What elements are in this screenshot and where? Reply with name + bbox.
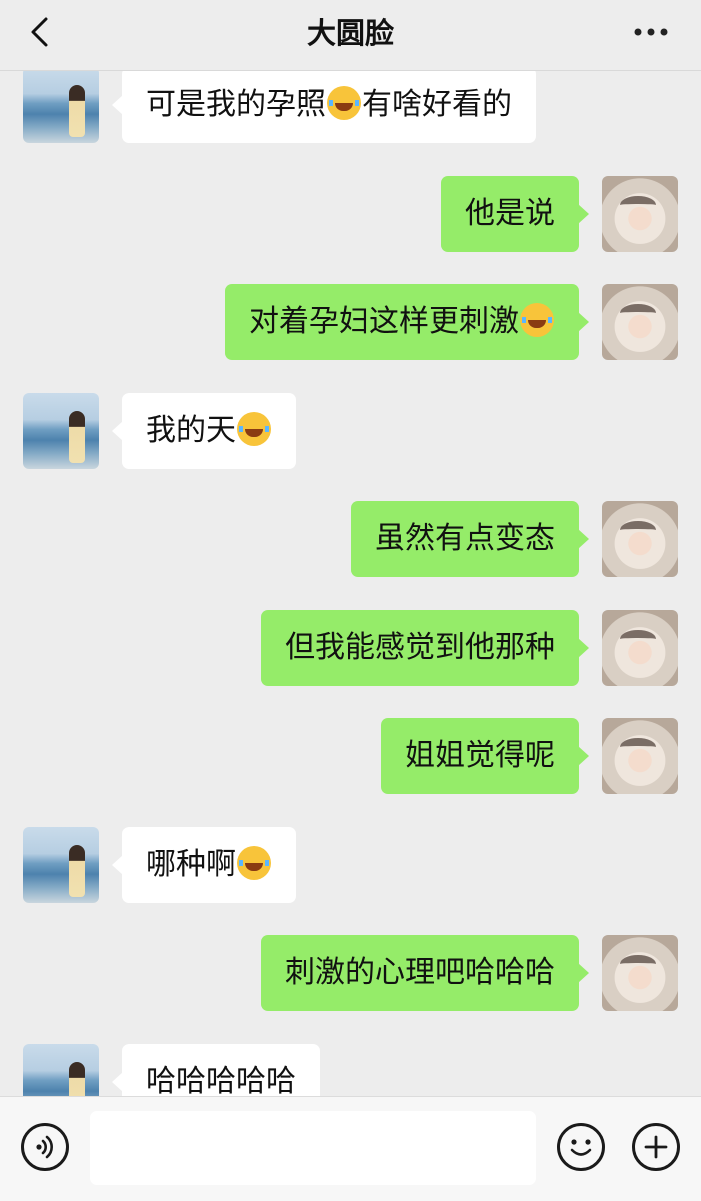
crying-laughing-emoji-icon	[237, 412, 271, 446]
message-text: 可是我的孕照	[146, 87, 326, 122]
avatar-friend[interactable]	[23, 1044, 99, 1096]
avatar-friend[interactable]	[23, 827, 99, 903]
input-bar	[0, 1096, 701, 1201]
message-outgoing: 刺激的心理吧哈哈哈	[0, 935, 701, 1013]
message-text: 刺激的心理吧哈哈哈	[285, 955, 555, 990]
message-text: 他是说	[465, 196, 555, 231]
message-outgoing: 但我能感觉到他那种	[0, 610, 701, 688]
message-text: 哪种啊	[146, 847, 236, 882]
message-input[interactable]	[90, 1111, 536, 1185]
message-outgoing: 虽然有点变态	[0, 501, 701, 579]
message-text: 有啥好看的	[362, 87, 512, 122]
avatar-self[interactable]	[602, 718, 678, 794]
crying-laughing-emoji-icon	[327, 86, 361, 120]
avatar-friend[interactable]	[23, 71, 99, 143]
message-bubble[interactable]: 哈哈哈哈哈	[112, 1044, 320, 1096]
message-text: 姐姐觉得呢	[405, 738, 555, 773]
chat-header: 大圆脸	[0, 0, 701, 71]
plus-icon[interactable]	[632, 1123, 680, 1171]
chat-title: 大圆脸	[306, 16, 394, 50]
avatar-self[interactable]	[602, 176, 678, 252]
avatar-self[interactable]	[602, 501, 678, 577]
message-bubble[interactable]: 但我能感觉到他那种	[261, 610, 589, 686]
avatar-self[interactable]	[602, 935, 678, 1011]
message-text: 但我能感觉到他那种	[285, 630, 555, 665]
message-text: 哈哈哈哈哈	[146, 1064, 296, 1096]
more-dots-icon[interactable]	[631, 20, 671, 44]
message-outgoing: 他是说	[0, 176, 701, 254]
avatar-self[interactable]	[602, 284, 678, 360]
message-outgoing: 对着孕妇这样更刺激	[0, 284, 701, 362]
laughing-tears-emoji-icon	[237, 846, 271, 880]
message-bubble[interactable]: 哪种啊	[112, 827, 296, 903]
message-bubble[interactable]: 姐姐觉得呢	[381, 718, 589, 794]
message-incoming: 可是我的孕照 有啥好看的	[0, 71, 701, 145]
message-bubble[interactable]: 我的天	[112, 393, 296, 469]
emoji-face-icon[interactable]	[557, 1123, 605, 1171]
message-bubble[interactable]: 虽然有点变态	[351, 501, 589, 577]
message-bubble[interactable]: 他是说	[441, 176, 589, 252]
message-outgoing: 姐姐觉得呢	[0, 718, 701, 796]
avatar-friend[interactable]	[23, 393, 99, 469]
message-incoming: 哪种啊	[0, 827, 701, 905]
laughing-tears-emoji-icon	[520, 303, 554, 337]
message-text: 虽然有点变态	[375, 521, 555, 556]
message-incoming: 哈哈哈哈哈	[0, 1044, 701, 1096]
avatar-self[interactable]	[602, 610, 678, 686]
message-bubble[interactable]: 可是我的孕照 有啥好看的	[112, 71, 536, 143]
message-list[interactable]: 可是我的孕照 有啥好看的 他是说 对着孕妇这样更刺激 我的天 虽然有点变态 但我能…	[0, 71, 701, 1096]
voice-icon[interactable]	[21, 1123, 69, 1171]
message-incoming: 我的天	[0, 393, 701, 471]
message-bubble[interactable]: 刺激的心理吧哈哈哈	[261, 935, 589, 1011]
message-text: 我的天	[146, 413, 236, 448]
message-text: 对着孕妇这样更刺激	[249, 304, 519, 339]
message-bubble[interactable]: 对着孕妇这样更刺激	[225, 284, 589, 360]
